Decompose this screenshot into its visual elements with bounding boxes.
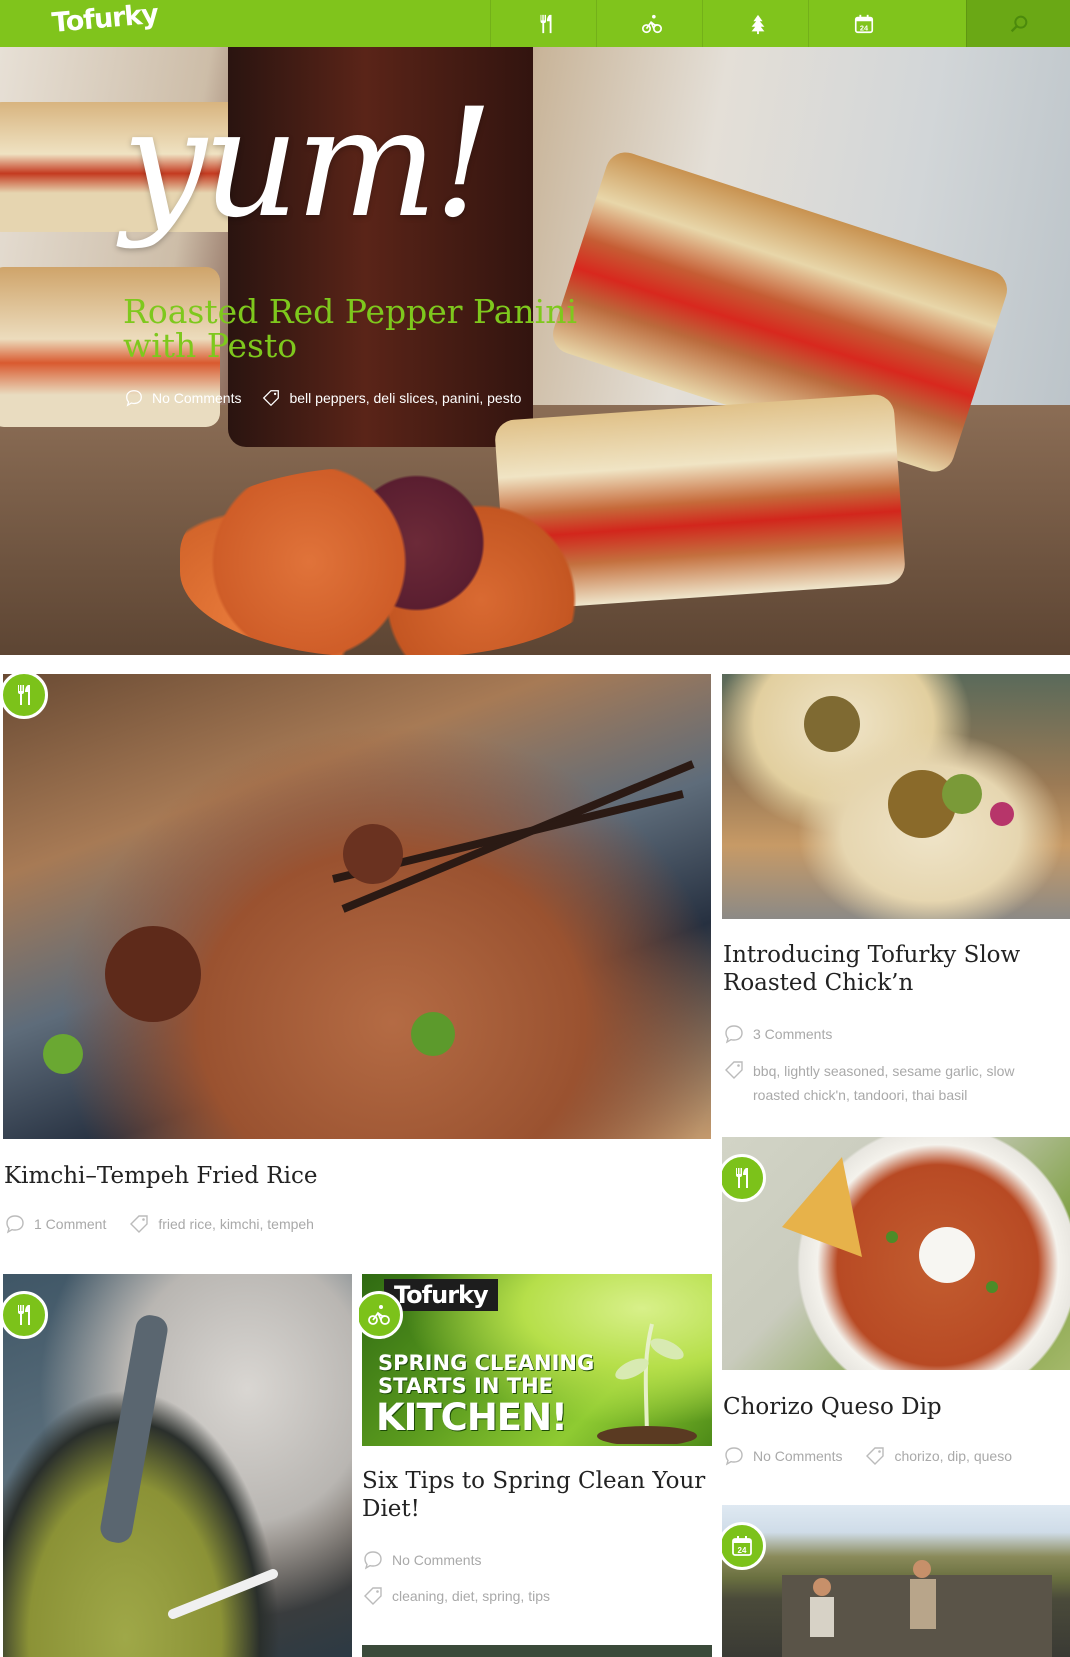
post-title[interactable]: Six Tips to Spring Clean Your Diet!	[362, 1467, 707, 1523]
post-title[interactable]: Introducing Tofurky Slow Roasted Chick’n	[723, 941, 1063, 997]
category-badge[interactable]	[0, 671, 48, 719]
hero-photo-chips	[180, 467, 610, 655]
hero-comments-link[interactable]: No Comments	[152, 390, 241, 406]
calendar-icon: 24	[732, 1536, 752, 1556]
tag-icon	[364, 1587, 382, 1605]
fork-knife-icon	[540, 14, 552, 33]
tag-icon	[725, 1061, 743, 1079]
soup-pan-illustration	[100, 1315, 278, 1619]
promo-image[interactable]: Tofurky SPRING CLEANING STARTS IN THE KI…	[362, 1274, 712, 1446]
cyclist-icon	[368, 1305, 390, 1325]
post-tags-meta: cleaning, diet, spring, tips	[362, 1585, 550, 1607]
comment-icon	[725, 1025, 743, 1044]
comment-icon	[6, 1215, 24, 1234]
promo-line-3: KITCHEN!	[376, 1396, 568, 1439]
post-card: 24	[722, 1502, 1070, 1657]
fork-knife-icon	[736, 1168, 748, 1188]
post-comments-meta: 3 Comments	[723, 1023, 832, 1045]
comment-icon	[725, 1447, 743, 1466]
nav-environment-button[interactable]	[702, 0, 813, 47]
post-card: Introducing Tofurky Slow Roasted Chick’n…	[722, 671, 1070, 1111]
post-card: Tofurky SPRING CLEANING STARTS IN THE KI…	[359, 1271, 712, 1657]
nav-search-button[interactable]	[966, 0, 1070, 47]
hero-script-heading: yum!	[122, 77, 494, 251]
fork-knife-icon	[18, 1305, 30, 1325]
post-meta: No Comments chorizo, dip, queso	[723, 1445, 1012, 1467]
taco-illustration	[804, 696, 1014, 838]
hero-tags[interactable]: bell peppers, deli slices, panini, pesto	[289, 390, 521, 406]
calendar-icon: 24	[854, 14, 874, 33]
nav-events-button[interactable]: 24	[808, 0, 919, 47]
post-card: Chorizo Queso Dip No Comments chorizo, d…	[722, 1134, 1070, 1479]
post-tags[interactable]: chorizo, dip, queso	[894, 1445, 1012, 1467]
chopsticks-illustration	[43, 760, 695, 1074]
top-nav-bar: Tofurky 24	[0, 0, 1070, 47]
nav-recipes-button[interactable]	[490, 0, 601, 47]
hero-post-title[interactable]: Roasted Red Pepper Panini with Pesto	[123, 295, 643, 363]
post-image[interactable]	[722, 1137, 1070, 1370]
people-illustration	[782, 1560, 1052, 1657]
post-tags[interactable]: bbq, lightly seasoned, sesame garlic, sl…	[753, 1059, 1043, 1107]
post-image[interactable]	[3, 674, 711, 1139]
comments-link[interactable]: No Comments	[753, 1445, 842, 1467]
comment-icon	[126, 390, 142, 407]
comments-link[interactable]: No Comments	[392, 1549, 481, 1571]
cyclist-icon	[642, 14, 662, 33]
promo-line-1: SPRING CLEANING	[378, 1351, 595, 1375]
dip-illustration	[782, 1157, 998, 1293]
post-card	[0, 1271, 353, 1657]
tree-icon	[751, 14, 765, 34]
tag-icon	[263, 390, 280, 407]
tag-icon	[866, 1447, 885, 1465]
search-icon	[1010, 15, 1027, 32]
post-tags[interactable]: fried rice, kimchi, tempeh	[158, 1213, 314, 1235]
post-comments-meta: No Comments	[362, 1549, 481, 1571]
post-tags-meta: bbq, lightly seasoned, sesame garlic, sl…	[723, 1059, 1043, 1107]
comment-icon	[364, 1551, 382, 1570]
comments-link[interactable]: 1 Comment	[34, 1213, 106, 1235]
hero-banner[interactable]: yum! Roasted Red Pepper Panini with Pest…	[0, 47, 1070, 655]
post-tags[interactable]: cleaning, diet, spring, tips	[392, 1585, 550, 1607]
tofurky-logo[interactable]: Tofurky	[51, 0, 160, 39]
promo-line-2: STARTS IN THE	[378, 1374, 554, 1398]
post-card: Kimchi–Tempeh Fried Rice 1 Comment fried…	[0, 671, 712, 1271]
post-image[interactable]	[722, 674, 1070, 919]
fork-knife-icon	[18, 685, 30, 705]
category-badge[interactable]	[0, 1291, 48, 1339]
comments-link[interactable]: 3 Comments	[753, 1023, 832, 1045]
post-image[interactable]	[722, 1505, 1070, 1657]
sprout-illustration	[597, 1323, 697, 1444]
post-title[interactable]: Chorizo Queso Dip	[723, 1393, 1063, 1421]
post-image[interactable]	[3, 1274, 352, 1657]
nav-lifestyle-button[interactable]	[596, 0, 707, 47]
calendar-day: 24	[738, 1546, 747, 1555]
post-title[interactable]: Kimchi–Tempeh Fried Rice	[4, 1162, 704, 1190]
next-post-image[interactable]	[362, 1645, 712, 1657]
calendar-day: 24	[860, 23, 869, 32]
post-meta: 1 Comment fried rice, kimchi, tempeh	[4, 1213, 314, 1235]
hero-post-meta: No Comments bell peppers, deli slices, p…	[124, 387, 521, 409]
tag-icon	[130, 1215, 149, 1233]
